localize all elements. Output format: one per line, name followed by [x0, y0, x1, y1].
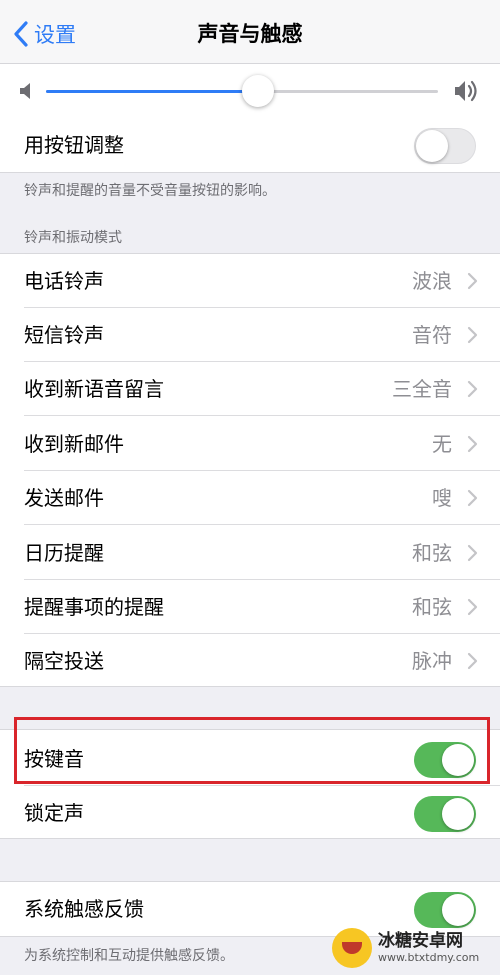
list-item-label: 提醒事项的提醒 [24, 595, 164, 619]
chevron-right-icon [467, 326, 478, 344]
list-item-value: 无 [432, 432, 452, 456]
list-item-value: 音符 [412, 323, 452, 347]
list-item-label: 电话铃声 [24, 269, 104, 293]
change-with-buttons-row: 用按钮调整 [0, 118, 500, 172]
watermark: 冰糖安卓网 www.btxtdmy.com [332, 927, 492, 969]
watermark-url: www.btxtdmy.com [378, 951, 480, 964]
list-item-label: 收到新邮件 [24, 432, 124, 456]
sound-row-sent-mail[interactable]: 发送邮件 嗖 [0, 471, 500, 525]
sound-row-new-voicemail[interactable]: 收到新语音留言 三全音 [0, 362, 500, 416]
list-item-label: 日历提醒 [24, 541, 104, 565]
list-item-value: 和弦 [412, 595, 452, 619]
list-item-value: 嗖 [432, 486, 452, 510]
speaker-low-icon [20, 83, 30, 99]
list-item-value: 和弦 [412, 541, 452, 565]
toggle-knob [442, 744, 474, 776]
change-with-buttons-label: 用按钮调整 [24, 133, 124, 157]
system-haptics-footnote: 为系统控制和互动提供触感反馈。 [24, 948, 234, 964]
watermark-title: 冰糖安卓网 [378, 931, 463, 951]
sound-row-reminder-alerts[interactable]: 提醒事项的提醒 和弦 [0, 580, 500, 634]
chevron-right-icon [467, 598, 478, 616]
watermark-logo-icon [332, 928, 372, 968]
sound-row-ringtone[interactable]: 电话铃声 波浪 [0, 254, 500, 308]
keyboard-clicks-toggle[interactable] [414, 742, 476, 778]
system-haptics-toggle[interactable] [414, 892, 476, 928]
sound-row-new-mail[interactable]: 收到新邮件 无 [0, 417, 500, 471]
list-item-label: 短信铃声 [24, 323, 104, 347]
lock-sound-label: 锁定声 [24, 801, 84, 825]
list-item-value: 三全音 [392, 377, 452, 401]
volume-slider-fill [46, 90, 258, 93]
toggle-knob [442, 798, 474, 830]
lock-sound-row: 锁定声 [0, 786, 500, 840]
divider [24, 415, 500, 416]
keyboard-clicks-label: 按键音 [24, 747, 84, 771]
volume-slider-thumb[interactable] [241, 75, 274, 107]
change-with-buttons-group: 用按钮调整 [0, 118, 500, 173]
section-header: 铃声和振动模式 [24, 230, 122, 246]
navigation-bar: 设置 声音与触感 [0, 0, 500, 64]
list-item-value: 波浪 [412, 269, 452, 293]
page-title: 声音与触感 [197, 22, 303, 46]
toggle-knob [416, 130, 448, 162]
volume-slider[interactable] [46, 75, 438, 107]
toggle-knob [442, 894, 474, 926]
change-with-buttons-footnote: 铃声和提醒的音量不受音量按钮的影响。 [24, 183, 276, 199]
change-with-buttons-toggle[interactable] [414, 128, 476, 164]
chevron-right-icon [467, 272, 478, 290]
sound-row-text-tone[interactable]: 短信铃声 音符 [0, 308, 500, 362]
list-item-label: 发送邮件 [24, 486, 104, 510]
chevron-right-icon [467, 544, 478, 562]
lock-sound-toggle[interactable] [414, 796, 476, 832]
chevron-right-icon [467, 380, 478, 398]
keyboard-lock-group: 按键音 锁定声 [0, 729, 500, 839]
speaker-high-icon [455, 80, 477, 102]
chevron-right-icon [467, 435, 478, 453]
volume-slider-row [0, 64, 500, 118]
keyboard-clicks-row: 按键音 [0, 732, 500, 786]
sound-row-airdrop[interactable]: 隔空投送 脉冲 [0, 634, 500, 688]
sound-row-calendar-alerts[interactable]: 日历提醒 和弦 [0, 526, 500, 580]
list-item-value: 脉冲 [412, 649, 452, 673]
list-item-label: 收到新语音留言 [24, 377, 164, 401]
system-haptics-label: 系统触感反馈 [24, 897, 144, 921]
divider [24, 524, 500, 525]
list-item-label: 隔空投送 [24, 649, 104, 673]
chevron-right-icon [467, 652, 478, 670]
sounds-list: 电话铃声 波浪 短信铃声 音符 收到新语音留言 三全音 收到新邮件 无 发送邮件… [0, 253, 500, 687]
chevron-right-icon [467, 489, 478, 507]
